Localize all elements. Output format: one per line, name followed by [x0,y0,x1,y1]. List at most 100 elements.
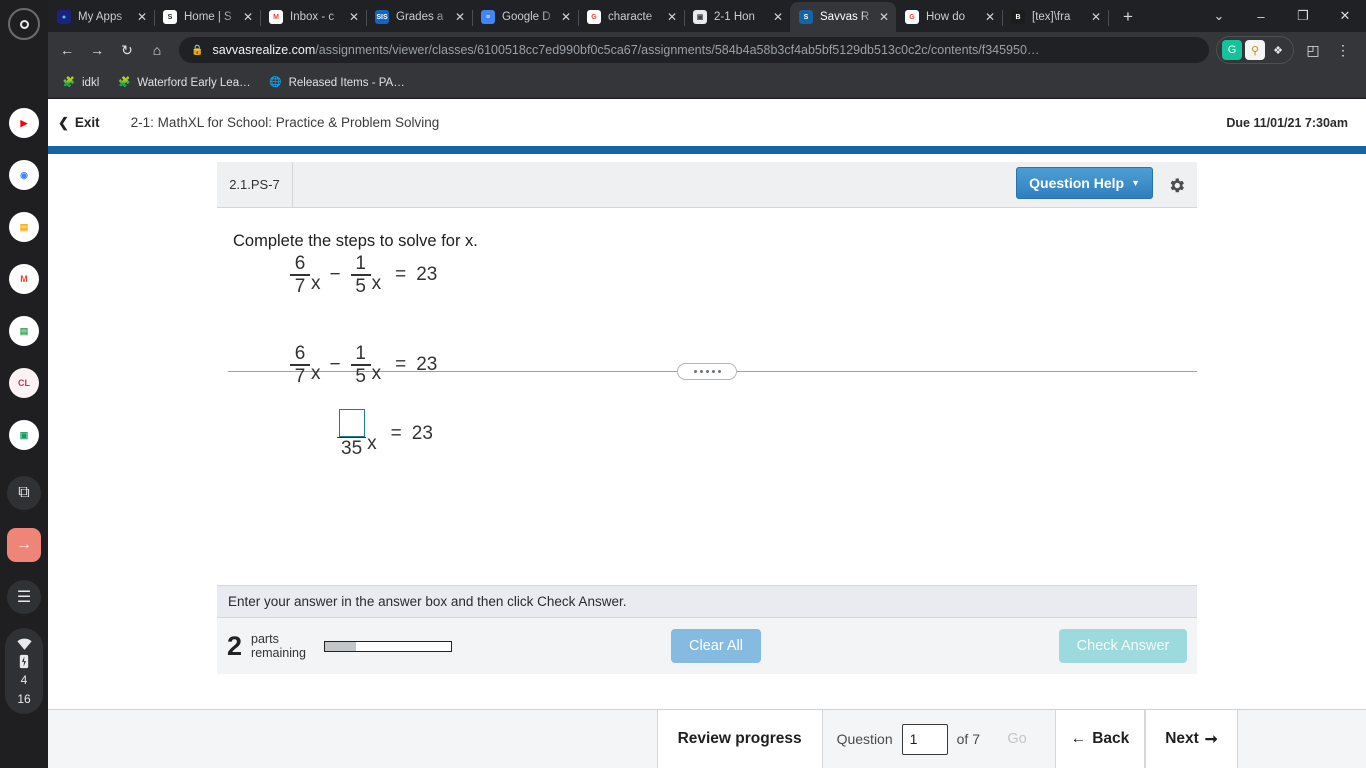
review-progress-button[interactable]: Review progress [656,710,823,768]
minimize-button[interactable]: – [1240,0,1282,32]
check-answer-button[interactable]: Check Answer [1059,629,1187,663]
home-button[interactable]: ⌂ [142,35,172,65]
tab-list: ● My Apps ✕ S Home | S ✕ M Inbox - c ✕ SIS Grades … [48,2,1109,32]
shelf-app-youtube[interactable]: ▶ [9,108,39,138]
browser-tab[interactable]: ≡ Google D ✕ [472,2,579,32]
denominator: 5 [355,275,366,297]
tab-search-button[interactable]: ⌄ [1198,0,1240,32]
tab-close-icon[interactable]: ✕ [346,11,362,23]
shelf-app-cl-app[interactable]: CL [9,368,39,398]
password-extension-icon[interactable]: ⚲ [1245,40,1265,60]
shelf-app-chrome[interactable]: ◉ [9,160,39,190]
browser-tab[interactable]: S Home | S ✕ [154,2,261,32]
variable-x: x [311,272,321,294]
bookmark-item[interactable]: 🌐 Released Items - PA… [269,76,404,90]
tab-strip: ● My Apps ✕ S Home | S ✕ M Inbox - c ✕ SIS Grades … [48,0,1366,32]
equals-sign: = [390,422,402,444]
cast-icon[interactable]: ◰ [1298,35,1328,65]
wifi-icon [16,638,32,650]
answer-input[interactable] [338,408,365,437]
shelf-app-google-classroom[interactable]: ▣ [9,420,39,450]
gmail-icon: M [20,274,28,284]
question-number-input[interactable] [901,723,948,755]
bookmark-item[interactable]: 🧩 idkl [62,76,100,90]
tab-close-icon[interactable]: ✕ [134,11,150,23]
browser-tab[interactable]: ● My Apps ✕ [48,2,155,32]
grip-dot [699,370,703,373]
tab-close-icon[interactable]: ✕ [982,11,998,23]
browser-tab[interactable]: M Inbox - c ✕ [260,2,367,32]
gear-icon[interactable] [1163,173,1189,197]
bookmark-item[interactable]: 🧩 Waterford Early Lea… [117,76,251,90]
parts-label: parts remaining [251,632,306,660]
media-playlist-icon[interactable]: ☰ [7,580,41,614]
myapps-icon: ● [57,10,71,24]
resize-grip-handle[interactable] [677,363,737,380]
google-docs-icon: ≡ [481,10,495,24]
shelf-status-area[interactable]: 4 16 [5,628,43,714]
equals-sign: = [395,264,407,286]
question-help-button[interactable]: Question Help ▼ [1016,167,1153,199]
shelf-app-gmail[interactable]: M [9,264,39,294]
browser-tab[interactable]: ▣ 2-1 Hon ✕ [684,2,791,32]
browser-tab[interactable]: S Savvas R ✕ [790,2,896,32]
chromeos-shelf: ▶ ◉ ▤ M ▤ CL ▣ ⧉ → ☰ 4 16 [0,0,48,768]
fraction-six-sevenths: 6 7 [290,254,310,297]
next-button[interactable]: Next ➞ [1145,710,1238,768]
screen-capture-icon[interactable]: ⧉ [7,476,41,510]
variable-x: x [371,272,382,294]
numerator: 1 [355,253,366,274]
browser-tab[interactable]: SIS Grades a ✕ [366,2,473,32]
tab-title: characte [608,11,653,23]
grammarly-extension-icon[interactable]: G [1222,40,1242,60]
shelf-app-google-slides[interactable]: ▤ [9,212,39,242]
reload-button[interactable]: ↻ [112,35,142,65]
url-path: /assignments/viewer/classes/6100518cc7ed… [315,43,1040,57]
back-button[interactable]: ← [52,35,82,65]
denominator: 7 [294,275,306,297]
sign-in-icon[interactable]: → [7,528,41,562]
arrow-right-icon: ➞ [1204,730,1218,748]
due-date: Due 11/01/21 7:30am [1226,115,1348,130]
tab-title: Inbox - c [290,11,335,23]
numerator: 1 [355,343,366,364]
tab-close-icon[interactable]: ✕ [1088,11,1104,23]
question-id: 2.1.PS-7 [217,161,293,208]
maximize-restore-button[interactable]: ❐ [1282,0,1324,32]
question-action-bar: 2 parts remaining Clear All Check Answer [217,618,1197,674]
shelf-app-google-classroom-docs[interactable]: ▤ [9,316,39,346]
browser-tab[interactable]: G How do ✕ [896,2,1003,32]
savvas-icon: S [799,10,813,24]
extensions-puzzle-icon[interactable]: ❖ [1268,40,1288,60]
tab-close-icon[interactable]: ✕ [558,11,574,23]
forward-button[interactable]: → [82,35,112,65]
clear-all-button[interactable]: Clear All [671,629,761,663]
close-window-button[interactable]: ✕ [1324,0,1366,32]
browser-tab[interactable]: B [tex]\fra ✕ [1002,2,1109,32]
question-help-label: Question Help [1029,175,1125,191]
tab-close-icon[interactable]: ✕ [770,11,786,23]
exit-button[interactable]: ❮ Exit [58,115,100,131]
cl-app-icon: CL [18,378,30,388]
back-button[interactable]: ← Back [1055,710,1145,768]
tab-close-icon[interactable]: ✕ [664,11,680,23]
variable-x: x [367,433,377,454]
address-bar[interactable]: 🔒 savvasrealize.com/assignments/viewer/c… [179,37,1209,63]
right-hand-side: 23 [416,354,438,376]
lock-icon: 🔒 [191,44,204,56]
tab-close-icon[interactable]: ✕ [876,11,892,23]
youtube-icon: ▶ [20,117,28,128]
tab-close-icon[interactable]: ✕ [452,11,468,23]
go-button[interactable]: Go [989,731,1045,747]
fraction-six-sevenths: 6 7 [290,344,310,387]
tab-title: My Apps [78,11,123,23]
bookmarks-bar: 🧩 idkl 🧩 Waterford Early Lea… 🌐 Released Item… [48,68,1366,98]
launcher-button[interactable] [8,8,40,40]
chrome-menu-button[interactable]: ⋮ [1328,35,1358,65]
sis-icon: SIS [375,10,389,24]
tab-close-icon[interactable]: ✕ [240,11,256,23]
right-hand-side: 23 [411,422,433,444]
new-tab-button[interactable]: + [1114,3,1142,31]
browser-tab[interactable]: Gcharacte ✕ [578,2,685,32]
answer-numerator-slot [338,408,365,437]
